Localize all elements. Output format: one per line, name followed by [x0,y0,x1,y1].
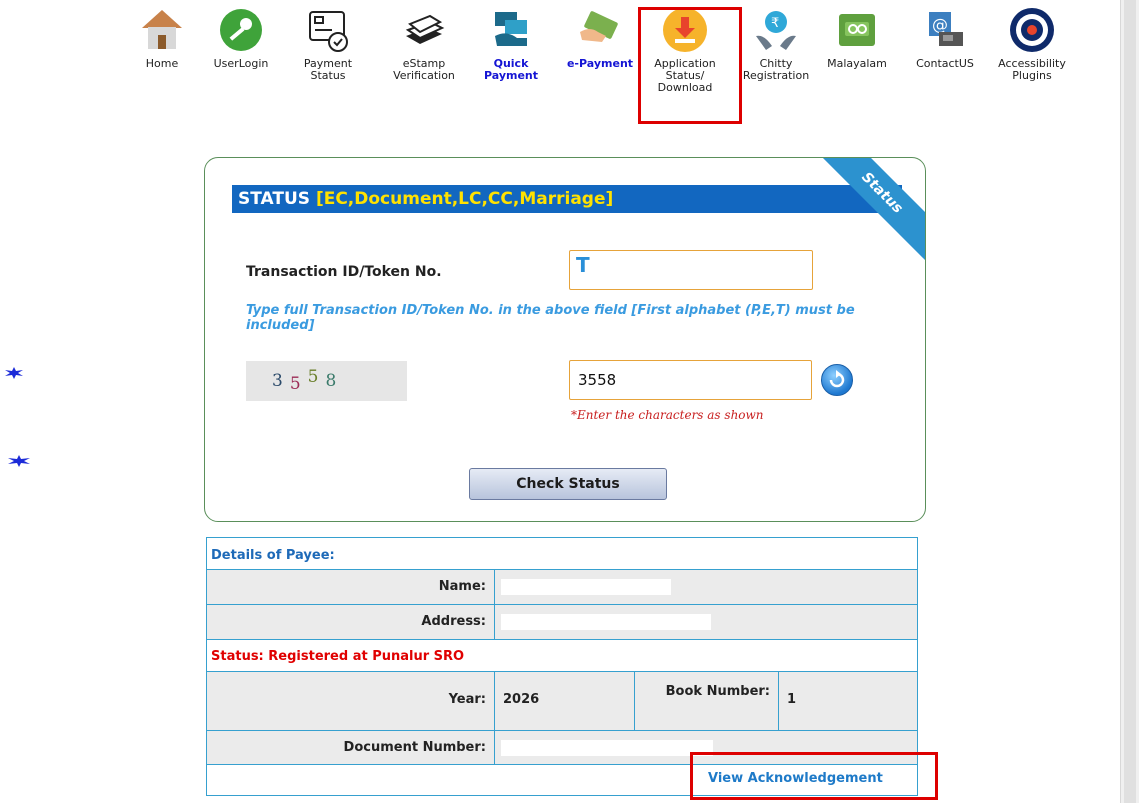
nav-label: UserLogin [213,57,269,70]
name-value [494,570,917,604]
redacted-name [501,579,671,595]
nav-label: Chitty Registration [742,57,810,82]
nav-label: e-Payment [566,57,634,70]
svg-text:@: @ [932,15,948,34]
transaction-id-label: Transaction ID/Token No. [246,264,442,280]
card-payment-icon [487,6,535,54]
home-icon [138,6,186,54]
nav-accessibility[interactable]: Accessibility Plugins [994,6,1070,82]
nav-chitty[interactable]: ₹ Chitty Registration [738,6,814,82]
nav-label: Accessibility Plugins [998,57,1066,82]
table-row: Status: Registered at Punalur SRO [207,640,917,672]
table-row: Address: [207,605,917,640]
nav-userlogin[interactable]: UserLogin [203,6,279,70]
key-icon [217,6,265,54]
book-number-value: 1 [778,672,917,730]
nav-payment-status[interactable]: Payment Status [290,6,366,82]
nav-label: Home [145,57,179,70]
highlight-view-acknowledgement [690,752,938,800]
svg-text:₹: ₹ [771,16,779,31]
eye-icon [1008,6,1056,54]
status-heading: STATUS [EC,Document,LC,CC,Marriage] [232,185,902,213]
captcha-char: 5 [289,374,308,394]
status-heading-types: [EC,Document,LC,CC,Marriage] [315,189,614,209]
nav-label: eStamp Verification [393,57,455,82]
captcha-char: 5 [307,367,326,387]
nav-contactus[interactable]: @ ContactUS [907,6,983,70]
nav-home[interactable]: Home [124,6,200,70]
malayalam-keyboard-icon [833,6,881,54]
book-number-label: Book Number: [634,672,778,730]
new-badge-icon [5,367,23,379]
nav-estamp[interactable]: eStamp Verification [386,6,462,82]
top-nav: Home UserLogin Payment Status eStamp Ver… [0,0,1100,130]
registration-status: Status: Registered at Punalur SRO [211,649,465,664]
captcha-note: *Enter the characters as shown [571,408,764,422]
contact-phone-icon: @ [921,6,969,54]
address-label: Address: [421,614,486,629]
redacted-document-number [501,740,713,756]
transaction-id-hint: Type full Transaction ID/Token No. in th… [246,303,855,333]
new-badge-icon [8,455,30,467]
table-row: Year: 2026 Book Number: 1 [207,672,917,731]
status-heading-title: STATUS [238,189,311,209]
nav-quick-payment[interactable]: Quick Payment [473,6,549,82]
highlight-application-status [638,7,742,124]
redacted-address [501,614,711,630]
scrollbar-thumb[interactable] [1124,0,1136,803]
captcha-char: 3 [272,371,290,391]
captcha-image: 3558 [246,361,407,401]
captcha-char: 8 [325,371,344,391]
nav-label: Quick Payment [483,57,539,82]
payment-status-icon [304,6,352,54]
address-value [494,605,917,639]
nav-malayalam[interactable]: Malayalam [819,6,895,70]
nav-label: Malayalam [827,57,887,70]
refresh-captcha-icon[interactable] [821,364,853,396]
stamp-papers-icon [400,6,448,54]
table-row: Details of Payee: [207,538,917,570]
nav-label: ContactUS [916,57,974,70]
vertical-scrollbar[interactable] [1120,0,1139,803]
status-panel: STATUS [EC,Document,LC,CC,Marriage] Stat… [204,157,926,522]
document-number-label: Document Number: [343,740,486,755]
rupee-hands-icon: ₹ [752,6,800,54]
table-row: Name: [207,570,917,605]
name-label: Name: [438,579,486,594]
check-status-button[interactable]: Check Status [469,468,667,500]
transaction-id-input[interactable]: T [569,250,813,290]
nav-label: Payment Status [303,57,353,82]
captcha-input[interactable]: 3558 [569,360,812,400]
year-value: 2026 [494,672,634,730]
nav-e-payment[interactable]: e-Payment [562,6,638,70]
year-label: Year: [448,692,486,707]
cash-payment-icon [576,6,624,54]
details-title: Details of Payee: [211,548,335,563]
